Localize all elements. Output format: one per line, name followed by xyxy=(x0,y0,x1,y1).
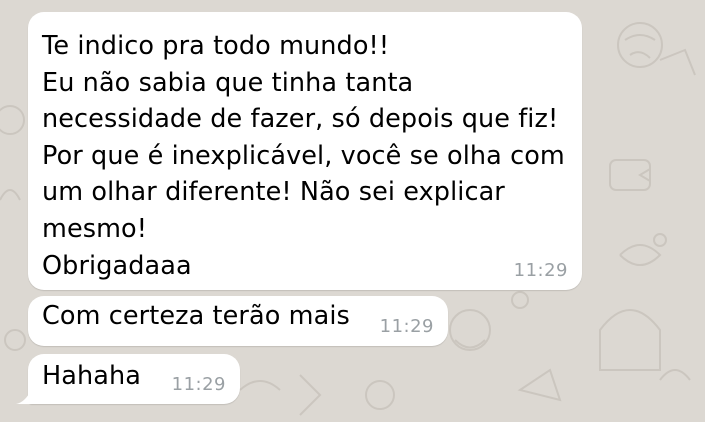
message-bubble-3[interactable]: Hahaha 11:29 xyxy=(16,354,240,404)
message-text: Te indico pra todo mundo!! Eu não sabia … xyxy=(42,31,565,281)
bubble-tail-icon xyxy=(16,388,32,404)
message-text: Com certeza terão mais xyxy=(42,301,350,331)
message-timestamp: 11:29 xyxy=(513,260,568,281)
message-timestamp: 11:29 xyxy=(171,374,226,395)
message-bubble-1[interactable]: Te indico pra todo mundo!! Eu não sabia … xyxy=(28,12,582,290)
message-timestamp: 11:29 xyxy=(379,316,434,337)
message-bubble-2[interactable]: Com certeza terão mais 11:29 xyxy=(28,296,448,346)
message-text: Hahaha xyxy=(42,361,141,391)
